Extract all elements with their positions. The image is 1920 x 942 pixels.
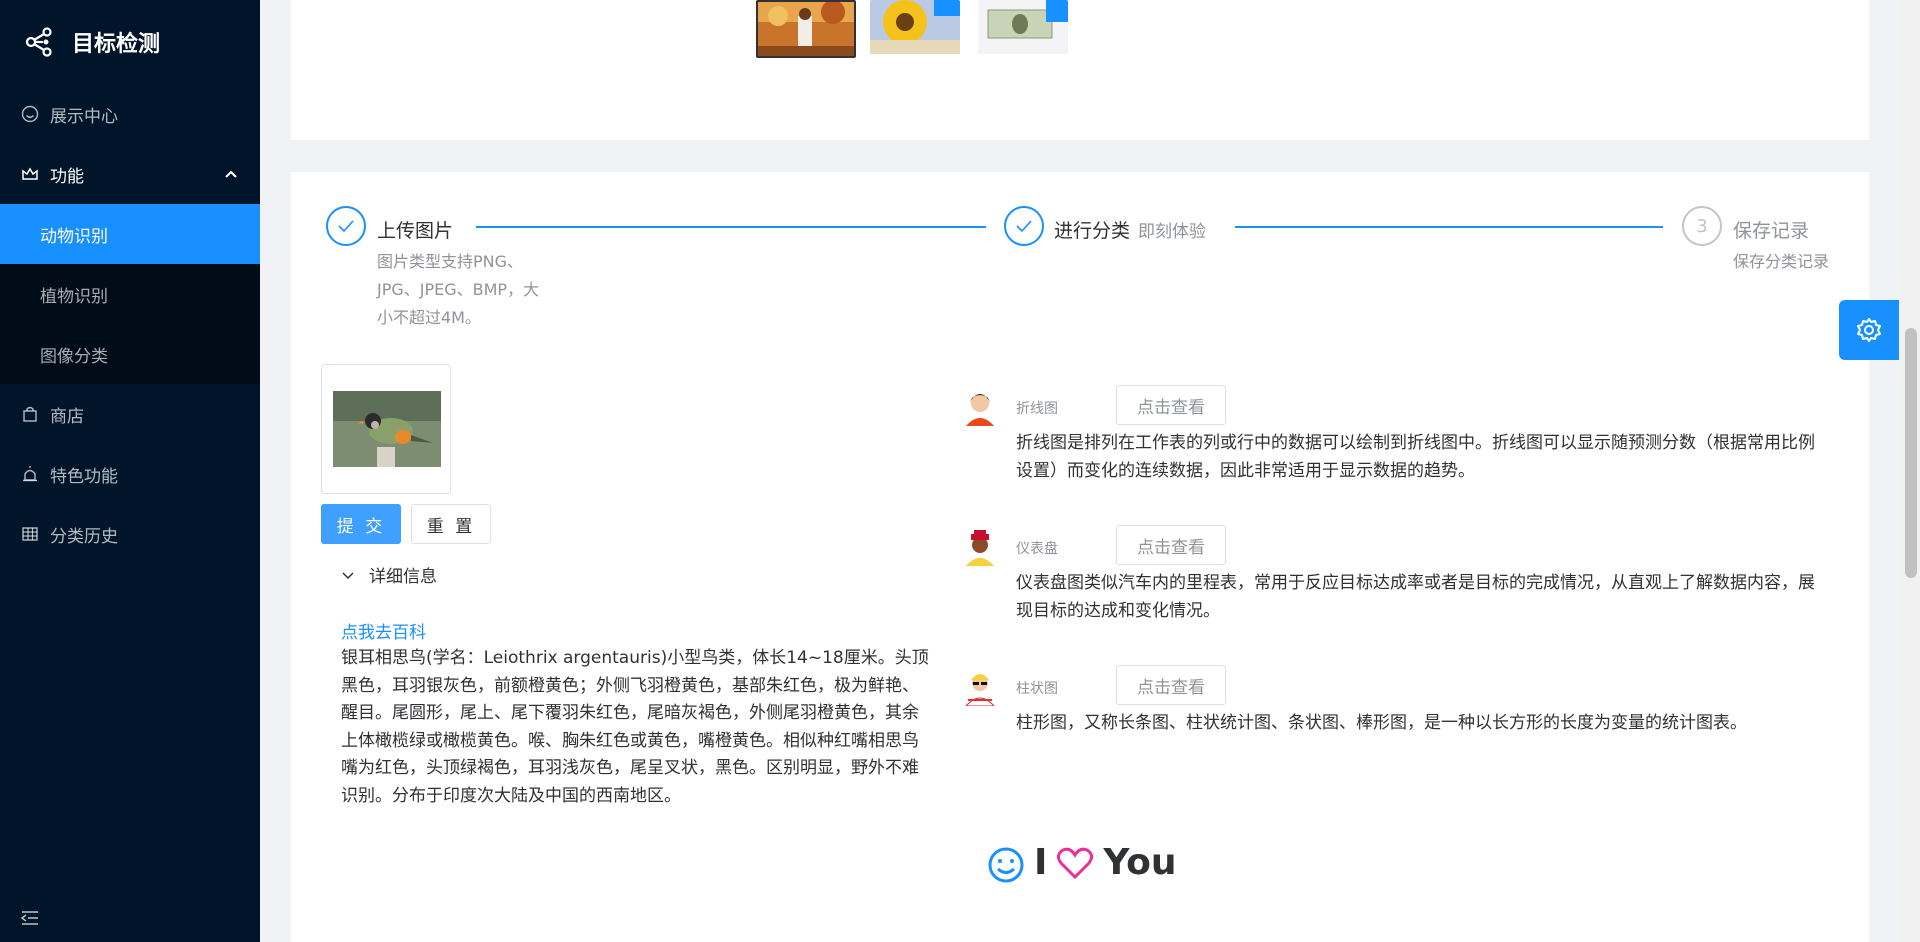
submenu-functions: 动物识别 植物识别 图像分类 <box>0 204 260 384</box>
step-3-title: 保存记录 <box>1733 220 1810 242</box>
step-3-number: 3 <box>1682 206 1722 246</box>
menu-item-store[interactable]: 商店 <box>0 384 260 444</box>
smile-icon <box>988 847 1024 882</box>
share-nodes-icon <box>25 27 52 57</box>
uploaded-image-preview[interactable] <box>321 364 451 494</box>
menu-label: 商店 <box>50 406 84 427</box>
alarm-icon <box>20 464 40 484</box>
submenu-item-plant-recognition[interactable]: 植物识别 <box>0 264 260 324</box>
view-line-chart-button[interactable]: 点击查看 <box>1116 385 1226 425</box>
gallery-thumbnail-sunflower[interactable] <box>870 0 960 58</box>
gallery-thumbnail-banknote[interactable] <box>978 0 1068 58</box>
chart-label-line: 折线图 <box>1016 401 1058 417</box>
step-1-check-icon <box>326 206 366 246</box>
submenu-item-image-classification[interactable]: 图像分类 <box>0 324 260 384</box>
reset-button[interactable]: 重 置 <box>411 504 491 544</box>
menu-label: 功能 <box>50 166 84 187</box>
step-1-description-line: JPG、JPEG、BMP，大 <box>377 280 540 299</box>
sidebar: 目标检测 展示中心 功能 动物识别 植物识别 图像分类 商店 特色功能 分类历史 <box>0 0 260 942</box>
settings-button[interactable] <box>1839 300 1899 360</box>
step-1-description: 图片类型支持PNG、 JPG、JPEG、BMP，大 小不超过4M。 <box>377 248 577 332</box>
step-1-title: 上传图片 <box>377 220 454 242</box>
i-love-you-banner: I You <box>986 842 1185 883</box>
grid-icon <box>20 524 40 544</box>
chevron-down-icon <box>341 568 355 582</box>
step-3-description: 保存分类记录 <box>1733 252 1830 271</box>
wiki-link[interactable]: 点我去百科 <box>341 618 426 643</box>
gallery-thumbnail-autumn[interactable] <box>756 0 856 58</box>
menu-fold-icon[interactable] <box>20 908 40 928</box>
chevron-up-icon <box>224 166 238 186</box>
step-2-title-text: 进行分类 <box>1054 220 1131 242</box>
crown-icon <box>20 164 40 184</box>
avatar-woman-icon <box>960 386 1000 426</box>
menu-label: 特色功能 <box>50 466 118 487</box>
menu-item-showcase[interactable]: 展示中心 <box>0 84 260 144</box>
gear-icon <box>1857 318 1881 342</box>
heart-icon <box>1057 847 1094 879</box>
chart-description-gauge: 仪表盘图类似汽车内的里程表，常用于反应目标达成率或者是目标的完成情况，从直观上了… <box>1016 573 1815 621</box>
step-2-title: 进行分类 即刻体验 <box>1054 216 1206 243</box>
view-bar-chart-button[interactable]: 点击查看 <box>1116 665 1226 705</box>
smile-icon <box>20 104 40 124</box>
main-content: 上传图片 图片类型支持PNG、 JPG、JPEG、BMP，大 小不超过4M。 进… <box>260 0 1920 942</box>
submit-button[interactable]: 提 交 <box>321 504 401 544</box>
step-2-connector <box>1235 226 1663 228</box>
banner-word-you: You <box>1103 842 1177 883</box>
step-1-description-line: 图片类型支持PNG、 <box>377 252 524 271</box>
menu-label: 展示中心 <box>50 106 118 127</box>
avatar-girl-sunglasses-icon <box>960 666 1000 707</box>
view-gauge-chart-button[interactable]: 点击查看 <box>1116 525 1226 565</box>
submenu-label: 图像分类 <box>40 346 108 367</box>
menu-item-features[interactable]: 特色功能 <box>0 444 260 504</box>
details-header-label: 详细信息 <box>369 567 437 587</box>
banner-word-i: I <box>1034 842 1048 883</box>
submenu-label: 植物识别 <box>40 286 108 307</box>
chart-description-bar: 柱形图，又称长条图、柱状统计图、条状图、棒形图，是一种以长方形的长度为变量的统计… <box>1016 713 1747 733</box>
step-2-subtitle: 即刻体验 <box>1138 222 1207 242</box>
submenu-label: 动物识别 <box>40 226 108 247</box>
menu-item-functions[interactable]: 功能 <box>0 144 260 204</box>
scrollbar-thumb[interactable] <box>1905 328 1917 578</box>
step-1-description-line: 小不超过4M。 <box>377 308 481 327</box>
step-1-connector <box>476 226 986 228</box>
chart-label-gauge: 仪表盘 <box>1016 541 1058 557</box>
avatar-man-hat-icon <box>960 526 1000 566</box>
app-title: 目标检测 <box>72 32 161 57</box>
details-collapse-header[interactable]: 详细信息 <box>341 562 437 587</box>
submenu-item-animal-recognition[interactable]: 动物识别 <box>0 204 260 264</box>
species-description: 银耳相思鸟(学名：Leiothrix argentauris)小型鸟类，体长14… <box>341 648 929 806</box>
page-scrollbar[interactable] <box>1900 0 1920 942</box>
step-2-check-icon <box>1004 206 1044 246</box>
logo[interactable]: 目标检测 <box>0 0 260 84</box>
shopping-bag-icon <box>20 404 40 424</box>
menu-item-history[interactable]: 分类历史 <box>0 504 260 564</box>
chart-label-bar: 柱状图 <box>1016 681 1058 697</box>
menu-label: 分类历史 <box>50 526 118 547</box>
chart-description-line: 折线图是排列在工作表的列或行中的数据可以绘制到折线图中。折线图可以显示随预测分数… <box>1016 433 1815 481</box>
gallery-card <box>291 0 1869 140</box>
